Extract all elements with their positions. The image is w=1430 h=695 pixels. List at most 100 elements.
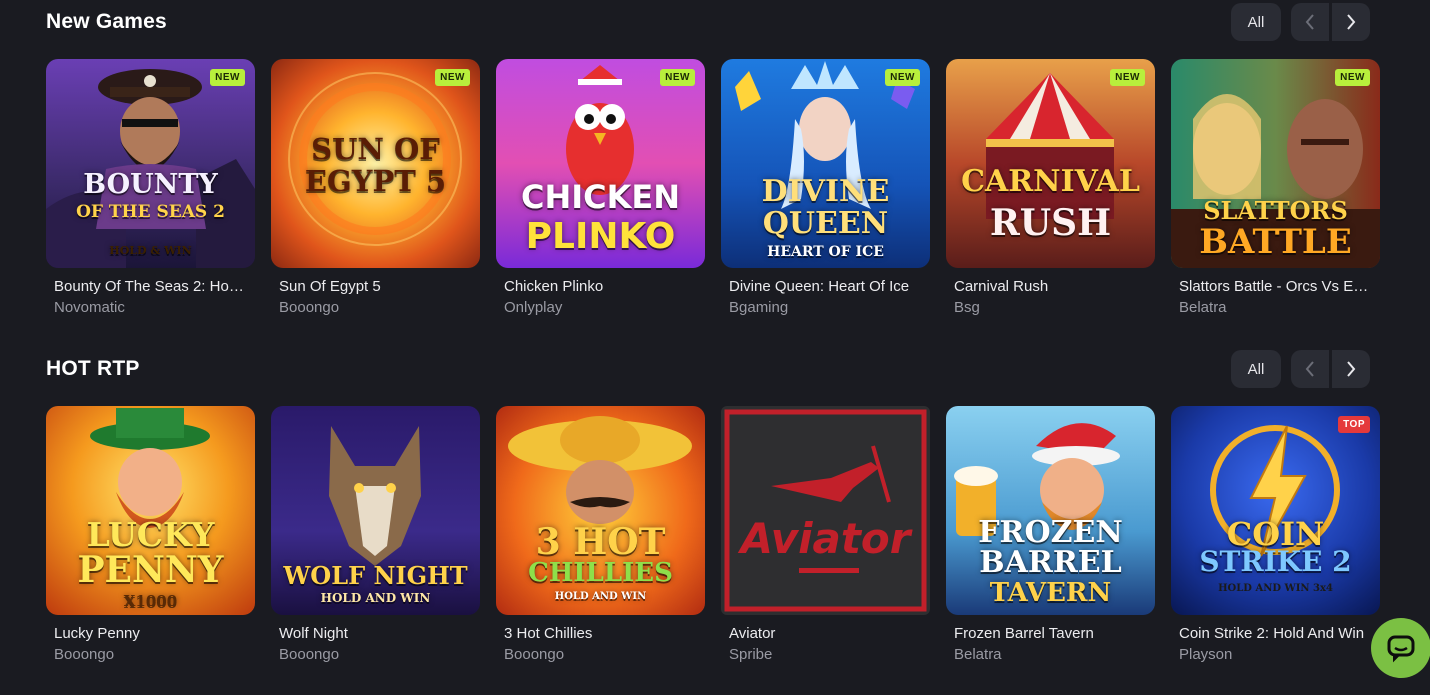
cover-title-line: HOLD AND WIN [320,591,431,605]
game-name[interactable]: Divine Queen: Heart Of Ice [721,278,921,295]
game-name[interactable]: Sun Of Egypt 5 [271,278,471,295]
game-name[interactable]: Chicken Plinko [496,278,696,295]
section-header: HOT RTP All [46,347,1380,407]
game-thumbnail[interactable]: NEW SLATTORS BATTLE [1171,59,1380,268]
game-card[interactable]: TOP COIN STRIKE 2 HOLD AND WIN 3x4 Coin … [1171,406,1380,663]
game-thumbnail[interactable]: NEW CHICKEN PLINKO [496,59,705,268]
game-thumbnail[interactable]: NEW CARNIVAL RUSH [946,59,1155,268]
carousel-nav [1291,350,1370,388]
game-thumbnail[interactable]: Aviator [721,406,930,615]
game-thumbnail[interactable]: NEW SUN OF EGYPT 5 [271,59,480,268]
games-page: New Games All NEW BOUNTY OF THE SEAS 2 H… [0,0,1430,695]
cover-title-line: HEART OF ICE [767,244,884,260]
cover-title-line: HOLD & WIN [109,244,192,257]
carousel-prev-button[interactable] [1291,3,1329,41]
cover-title-line: STRIKE 2 [1199,545,1352,578]
game-name[interactable]: Bounty Of The Seas 2: Hold & Win [46,278,246,295]
cover-title-line: X1000 [123,592,178,610]
view-all-button[interactable]: All [1231,3,1281,41]
cover-title-line: EGYPT 5 [304,164,447,198]
game-provider: Booongo [54,646,115,663]
game-provider: Booongo [279,646,340,663]
game-name[interactable]: Wolf Night [271,625,471,642]
cover-title-line: HOLD AND WIN 3x4 [1218,583,1333,594]
section-header: New Games All [46,0,1380,60]
cover-title-line: SLATTORS [1203,196,1348,225]
game-name[interactable]: 3 Hot Chillies [496,625,696,642]
game-cover-art [46,59,255,268]
game-thumbnail[interactable]: NEW DIVINE QUEEN HEART OF ICE [721,59,930,268]
chat-bubble-icon [1387,635,1415,663]
cover-title-line: LUCKY [86,515,215,554]
game-card[interactable]: 3 HOT CHILLIES HOLD AND WIN 3 Hot Chilli… [496,406,705,663]
cover-title-line: FROZEN [978,515,1123,550]
games-row: NEW BOUNTY OF THE SEAS 2 HOLD & WIN Boun… [46,59,1380,316]
carousel-next-button[interactable] [1332,3,1370,41]
top-badge: TOP [1338,416,1370,433]
new-badge: NEW [435,69,470,86]
game-name[interactable]: Frozen Barrel Tavern [946,625,1146,642]
cover-title-line: BATTLE [1199,222,1352,262]
game-card[interactable]: NEW SUN OF EGYPT 5 Sun Of Egypt 5 Booong… [271,59,480,316]
game-card[interactable]: WOLF NIGHT HOLD AND WIN Wolf Night Booon… [271,406,480,663]
section-new-games: New Games All NEW BOUNTY OF THE SEAS 2 H… [46,0,1380,316]
game-card[interactable]: FROZEN BARREL TAVERN Frozen Barrel Taver… [946,406,1155,663]
game-provider: Onlyplay [504,299,563,316]
game-card[interactable]: NEW BOUNTY OF THE SEAS 2 HOLD & WIN Boun… [46,59,255,316]
game-provider: Booongo [279,299,340,316]
cover-title-line: WOLF NIGHT [283,561,468,590]
game-cover-art [721,406,930,615]
game-name[interactable]: Carnival Rush [946,278,1146,295]
game-provider: Novomatic [54,299,125,316]
game-thumbnail[interactable]: WOLF NIGHT HOLD AND WIN [271,406,480,615]
game-thumbnail[interactable]: 3 HOT CHILLIES HOLD AND WIN [496,406,705,615]
game-card[interactable]: NEW DIVINE QUEEN HEART OF ICE Divine Que… [721,59,930,316]
cover-title-line: PLINKO [525,216,676,257]
new-badge: NEW [1110,69,1145,86]
cover-title-line: CARNIVAL [961,164,1140,199]
game-thumbnail[interactable]: NEW BOUNTY OF THE SEAS 2 HOLD & WIN [46,59,255,268]
view-all-button[interactable]: All [1231,350,1281,388]
new-badge: NEW [210,69,245,86]
game-card[interactable]: NEW CARNIVAL RUSH Carnival Rush Bsg [946,59,1155,316]
game-provider: Playson [1179,646,1233,663]
section-title: New Games [46,10,167,33]
cover-title-line: SUN OF [311,132,440,166]
carousel-prev-button[interactable] [1291,350,1329,388]
game-name[interactable]: Lucky Penny [46,625,246,642]
game-thumbnail[interactable]: FROZEN BARREL TAVERN [946,406,1155,615]
carousel-nav [1291,3,1370,41]
cover-title-line: RUSH [989,202,1112,244]
new-badge: NEW [660,69,695,86]
cover-title-line: CHICKEN [520,178,681,216]
game-provider: Belatra [954,646,1002,663]
game-thumbnail[interactable]: TOP COIN STRIKE 2 HOLD AND WIN 3x4 [1171,406,1380,615]
cover-title-line: QUEEN [762,206,889,241]
section-hot-rtp: HOT RTP All LUCKY PENNY X1000 Lucky Penn… [46,347,1380,663]
game-card[interactable]: NEW CHICKEN PLINKO Chicken Plinko Onlypl… [496,59,705,316]
game-card[interactable]: Aviator Aviator Spribe [721,406,930,663]
game-name[interactable]: Slattors Battle - Orcs Vs Elves [1171,278,1371,295]
chevron-left-icon [1305,361,1314,377]
cover-title-line: TAVERN [989,578,1112,608]
cover-title-line: BOUNTY [83,169,218,200]
cover-title-line: OF THE SEAS 2 [76,202,225,222]
game-provider: Bgaming [729,299,789,316]
game-thumbnail[interactable]: LUCKY PENNY X1000 [46,406,255,615]
game-card[interactable]: LUCKY PENNY X1000 Lucky Penny Booongo [46,406,255,663]
game-provider: Belatra [1179,299,1227,316]
cover-title-line: CHILLIES [528,558,673,588]
game-provider: Bsg [954,299,980,316]
section-controls: All [1231,3,1370,41]
live-chat-button[interactable] [1371,618,1430,678]
cover-title-line: 3 HOT [535,521,666,563]
game-name[interactable]: Aviator [721,625,921,642]
game-provider: Spribe [729,646,773,663]
carousel-next-button[interactable] [1332,350,1370,388]
game-name[interactable]: Coin Strike 2: Hold And Win [1171,625,1371,642]
chevron-right-icon [1347,14,1356,30]
chevron-right-icon [1347,361,1356,377]
new-badge: NEW [1335,69,1370,86]
game-card[interactable]: NEW SLATTORS BATTLE Slattors Battle - Or… [1171,59,1380,316]
cover-title-line: BARREL [979,545,1122,580]
